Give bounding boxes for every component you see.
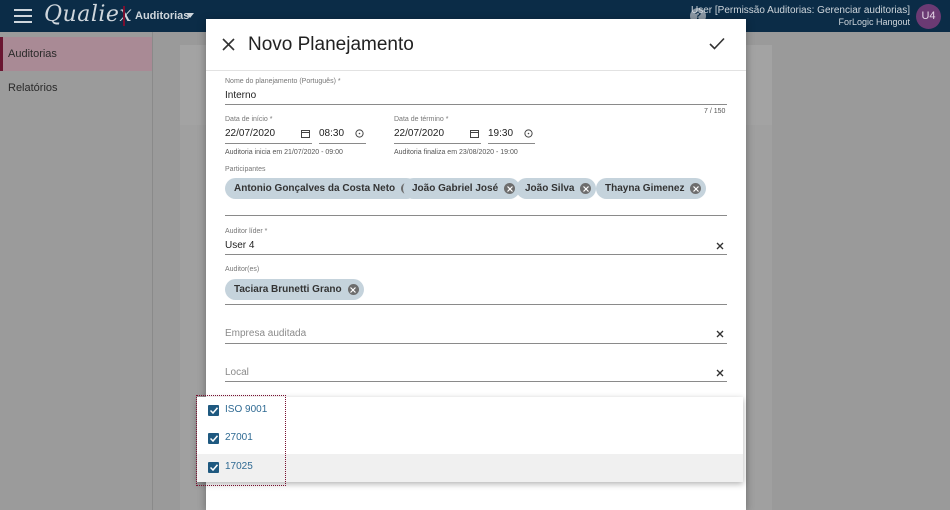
participant-chip[interactable]: Thayna Gimenez [596, 178, 707, 199]
participants-underline [225, 215, 727, 216]
clear-icon[interactable] [716, 369, 724, 377]
company-underline [225, 343, 727, 344]
auditors-label: Auditor(es) [225, 266, 260, 273]
auditors-underline [225, 304, 727, 305]
lead-auditor-label: Auditor líder * [225, 228, 268, 235]
clear-icon[interactable] [716, 330, 724, 338]
chip-label: Taciara Brunetti Grano [234, 284, 342, 295]
location-underline [225, 381, 727, 382]
start-time-input[interactable]: 08:30 [319, 128, 344, 139]
sidebar: Auditorias Relatórios [0, 32, 153, 510]
menu-icon[interactable] [14, 9, 32, 23]
company-input[interactable]: Empresa auditada [225, 328, 306, 339]
close-icon[interactable] [222, 38, 235, 51]
lead-auditor-underline [225, 254, 727, 255]
start-date-input[interactable]: 22/07/2020 [225, 128, 275, 139]
chip-label: Thayna Gimenez [605, 183, 685, 194]
auditor-chip[interactable]: Taciara Brunetti Grano [225, 279, 364, 300]
user-organization: ForLogic Hangout [838, 17, 910, 27]
location-input[interactable]: Local [225, 367, 249, 378]
remove-chip-icon[interactable] [690, 183, 702, 194]
dialog-header: Novo Planejamento [206, 19, 746, 71]
remove-chip-icon[interactable] [347, 284, 359, 295]
clock-icon[interactable] [524, 129, 533, 138]
sidebar-item-auditorias[interactable]: Auditorias [0, 37, 152, 71]
plan-name-label: Nome do planejamento (Português) * [225, 78, 341, 85]
participant-chip[interactable]: Antonio Gonçalves da Costa Neto [225, 178, 418, 199]
calendar-icon[interactable] [470, 129, 479, 138]
participant-chip[interactable]: João Gabriel José [403, 178, 521, 199]
end-date-label: Data de término * [394, 116, 449, 123]
end-time-underline [488, 143, 535, 144]
dialog-title: Novo Planejamento [248, 34, 414, 55]
start-date-underline [225, 143, 312, 144]
chip-label: Antonio Gonçalves da Costa Neto [234, 183, 396, 194]
end-time-input[interactable]: 19:30 [488, 128, 513, 139]
clock-icon[interactable] [355, 129, 364, 138]
sidebar-item-relatorios[interactable]: Relatórios [0, 71, 152, 105]
chip-label: João Gabriel José [412, 183, 499, 194]
plan-name-underline [225, 104, 727, 105]
plan-name-input[interactable]: Interno [225, 90, 256, 101]
start-hint: Auditoria inicia em 21/07/2020 - 09:00 [225, 149, 343, 156]
end-hint: Auditoria finaliza em 23/08/2020 - 19:00 [394, 149, 518, 156]
remove-chip-icon[interactable] [504, 183, 516, 194]
check-icon[interactable] [709, 37, 725, 51]
participant-chip[interactable]: João Silva [516, 178, 597, 199]
start-date-label: Data de início * [225, 116, 273, 123]
logo-divider [123, 6, 125, 26]
user-name: User [Permissão Auditorias: Gerenciar au… [691, 5, 910, 16]
calendar-icon[interactable] [301, 129, 310, 138]
lead-auditor-input[interactable]: User 4 [225, 240, 254, 251]
focus-highlight [196, 395, 286, 486]
clear-icon[interactable] [716, 242, 724, 250]
module-selector[interactable]: Auditorias [135, 10, 189, 22]
chevron-down-icon[interactable] [186, 13, 194, 18]
app-logo[interactable]: Qualiex [44, 2, 132, 27]
end-date-underline [394, 143, 481, 144]
participants-label: Participantes [225, 166, 266, 173]
plan-name-counter: 7 / 150 [704, 108, 726, 115]
start-time-underline [319, 143, 366, 144]
end-date-input[interactable]: 22/07/2020 [394, 128, 444, 139]
chip-label: João Silva [525, 183, 575, 194]
remove-chip-icon[interactable] [580, 183, 592, 194]
avatar[interactable]: U4 [916, 4, 941, 29]
